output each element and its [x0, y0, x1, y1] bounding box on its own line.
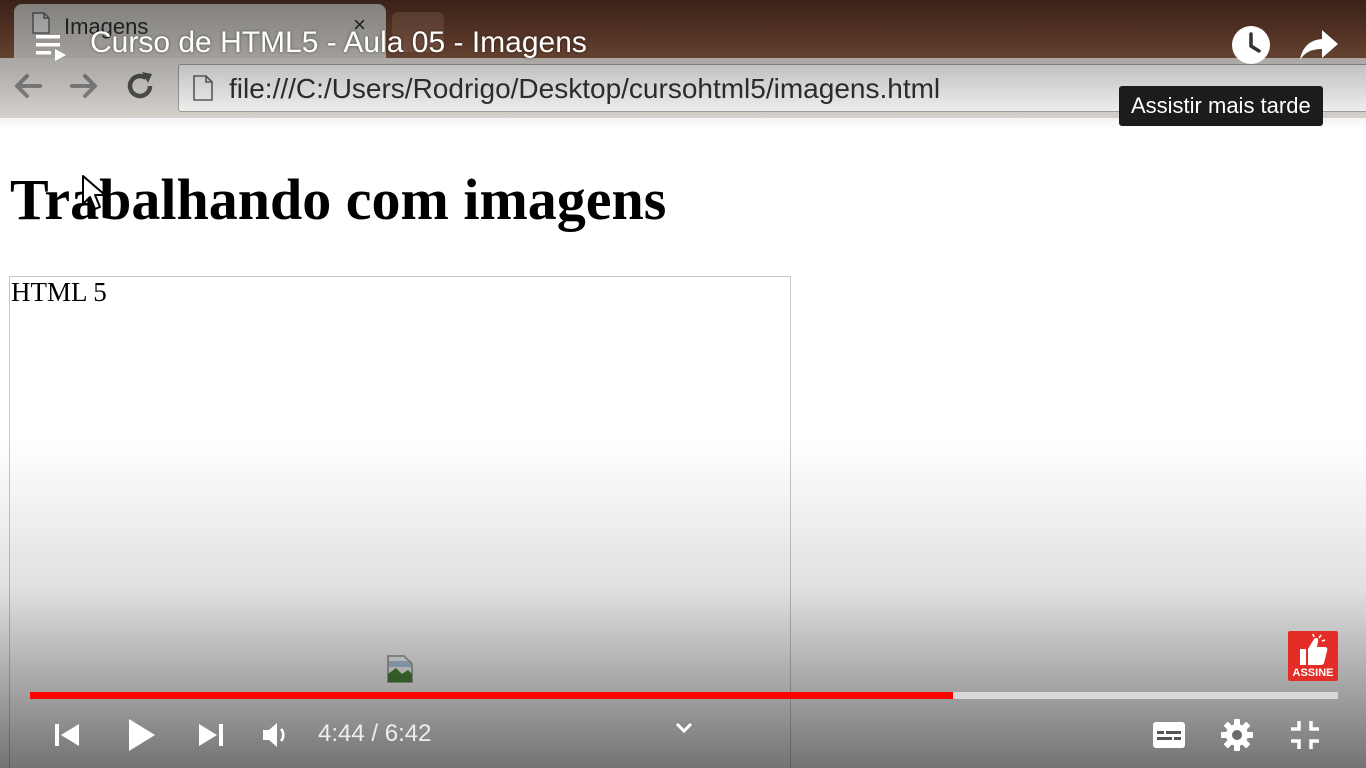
- url-text: file:///C:/Users/Rodrigo/Desktop/cursoht…: [229, 73, 941, 104]
- skip-next-icon[interactable]: [196, 720, 226, 750]
- share-arrow-icon[interactable]: [1298, 26, 1340, 64]
- mouse-cursor-icon: [82, 175, 106, 210]
- subscribe-label: ASSINE: [1292, 667, 1334, 679]
- chevron-down-icon[interactable]: [672, 718, 696, 738]
- time-display: 4:44 / 6:42: [318, 720, 432, 747]
- progress-bar[interactable]: [30, 692, 1338, 699]
- page-heading: Trabalhando com imagens: [10, 167, 667, 232]
- volume-icon[interactable]: [260, 720, 292, 750]
- gear-icon[interactable]: [1220, 718, 1254, 752]
- thumbs-up-icon: [1300, 633, 1328, 665]
- subtitles-icon[interactable]: [1152, 721, 1186, 749]
- progress-played: [30, 692, 954, 699]
- video-title[interactable]: Curso de HTML5 - Aula 05 - Imagens: [90, 26, 587, 60]
- forward-arrow-icon[interactable]: [66, 68, 102, 104]
- video-frame[interactable]: Imagens × file:///C:/Users/Rodrigo/Deskt…: [0, 0, 1366, 768]
- image-alt-text: HTML 5: [11, 277, 107, 307]
- watch-later-tooltip: Assistir mais tarde: [1119, 86, 1323, 126]
- clock-icon[interactable]: [1230, 24, 1272, 66]
- back-arrow-icon[interactable]: [10, 68, 46, 104]
- exit-fullscreen-icon[interactable]: [1288, 718, 1322, 752]
- reload-icon[interactable]: [122, 68, 158, 104]
- page-icon: [193, 75, 213, 101]
- broken-image-icon: [387, 655, 413, 683]
- play-icon[interactable]: [124, 716, 158, 754]
- page-content: Trabalhando com imagens HTML 5: [0, 118, 1366, 768]
- playlist-icon[interactable]: [34, 30, 68, 62]
- skip-previous-icon[interactable]: [52, 720, 82, 750]
- subscribe-button[interactable]: ASSINE: [1288, 631, 1338, 681]
